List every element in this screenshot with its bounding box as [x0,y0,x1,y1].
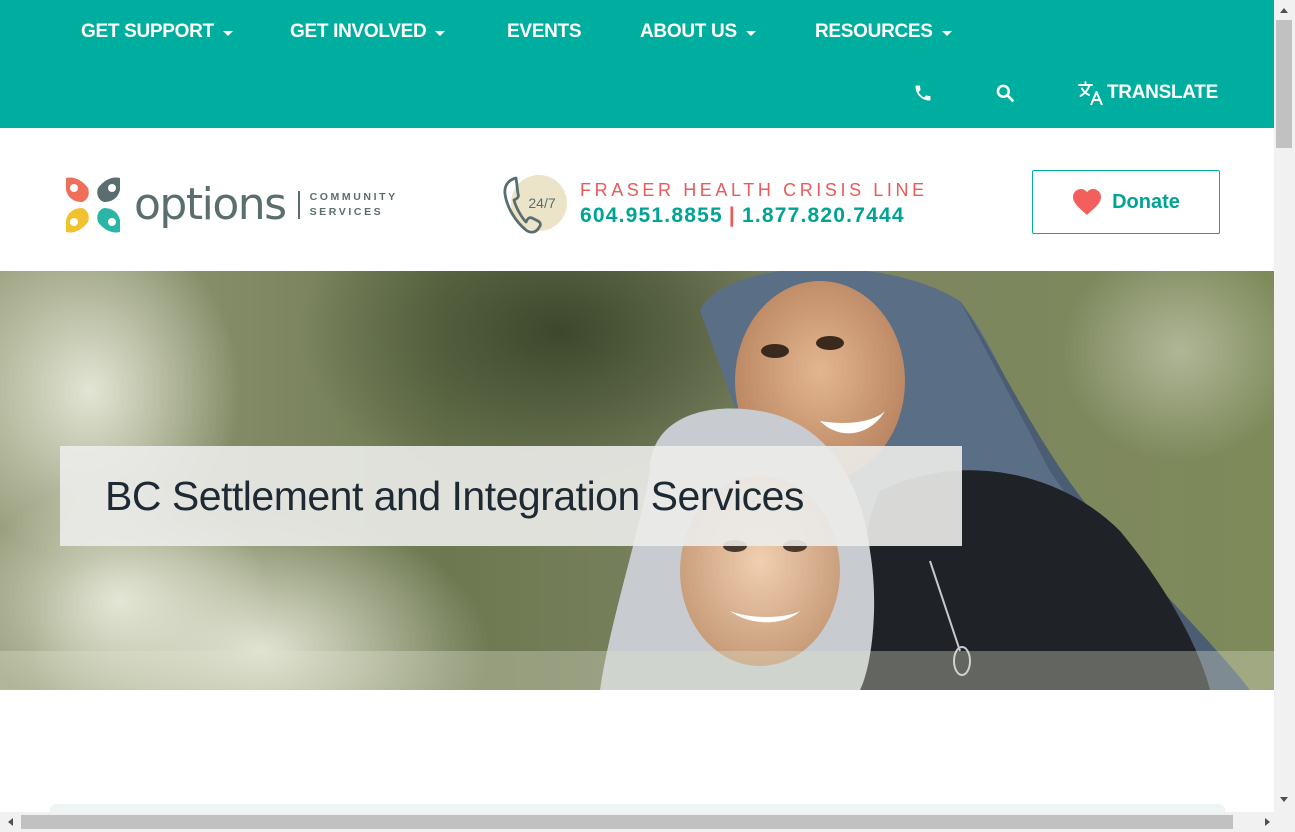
hero-banner: BC Settlement and Integration Services [0,271,1274,690]
nav-about-us-label: ABOUT US [640,21,737,42]
translate-label: TRANSLATE [1107,82,1218,103]
chevron-down-icon [435,30,446,36]
logo-wordmark: options [134,179,287,230]
nav-events[interactable]: EVENTS [507,20,582,44]
heart-icon [1073,189,1102,215]
vertical-scrollbar-thumb[interactable] [1276,20,1292,148]
top-navigation: GET SUPPORT GET INVOLVED EVENTS ABOUT US… [0,0,1274,128]
scroll-right-arrow-icon[interactable] [1265,818,1270,826]
crisis-phone-2[interactable]: 1.877.820.7444 [742,204,905,227]
scroll-left-arrow-icon[interactable] [8,818,13,826]
nav-get-involved[interactable]: GET INVOLVED [290,20,446,44]
crisis-separator: | [728,204,736,227]
logo-sub-line1: COMMUNITY [309,191,398,203]
donate-button[interactable]: Donate [1032,170,1220,234]
crisis-numbers: 604.951.8855 | 1.877.820.7444 [580,201,928,231]
logo-subtitle: COMMUNITY SERVICES [310,190,398,220]
logo-sub-line2: SERVICES [309,206,384,218]
badge-24-7: 24/7 [528,195,555,211]
scroll-down-arrow-icon[interactable] [1280,797,1288,802]
nav-resources-label: RESOURCES [815,21,933,42]
chevron-down-icon [745,30,756,36]
crisis-phone-1[interactable]: 604.951.8855 [580,204,723,227]
logo-divider [297,191,300,219]
chevron-down-icon [941,30,952,36]
logo-mark-icon [66,177,120,233]
site-header: options COMMUNITY SERVICES 24/7 FRASER H… [0,128,1274,271]
page-title: BC Settlement and Integration Services [105,472,804,519]
search-icon [996,84,1014,102]
donate-label: Donate [1112,190,1180,213]
crisis-title: FRASER HEALTH CRISIS LINE [580,180,928,200]
horizontal-scrollbar-thumb[interactable] [21,815,1233,829]
nav-resources[interactable]: RESOURCES [815,20,952,44]
translate-icon [1078,81,1103,106]
nav-get-support-label: GET SUPPORT [81,21,214,42]
phone-24-7-icon: 24/7 [503,175,567,234]
hero-title-box: BC Settlement and Integration Services [60,446,962,546]
phone-button[interactable] [913,80,933,106]
nav-about-us[interactable]: ABOUT US [640,20,756,44]
crisis-line: 24/7 FRASER HEALTH CRISIS LINE 604.951.8… [502,172,928,238]
search-button[interactable] [995,80,1015,106]
nav-get-support[interactable]: GET SUPPORT [81,20,233,44]
phone-icon [915,85,931,101]
nav-events-label: EVENTS [507,21,582,42]
site-logo[interactable]: options COMMUNITY SERVICES [62,174,398,236]
chevron-down-icon [222,30,233,36]
nav-get-involved-label: GET INVOLVED [290,21,427,42]
scroll-up-arrow-icon[interactable] [1280,8,1288,13]
crisis-text: FRASER HEALTH CRISIS LINE 604.951.8855 | 1… [580,179,928,231]
translate-button[interactable]: TRANSLATE [1077,80,1218,106]
